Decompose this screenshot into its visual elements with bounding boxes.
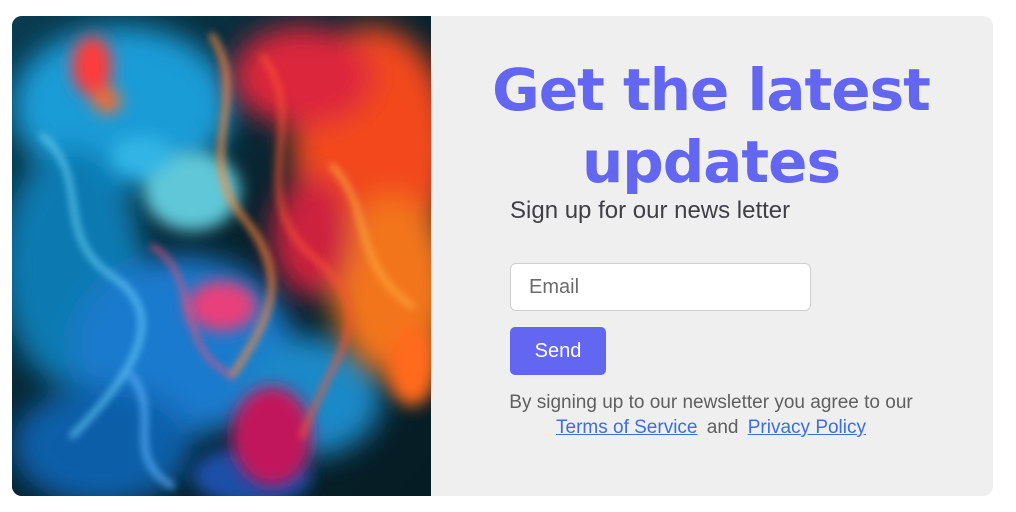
email-input[interactable] bbox=[510, 263, 811, 311]
ink-illustration bbox=[12, 16, 431, 496]
subtitle: Sign up for our news letter bbox=[510, 197, 791, 224]
terms-of-service-link[interactable]: Terms of Service bbox=[556, 417, 697, 438]
send-button[interactable]: Send bbox=[510, 327, 606, 375]
legal-and: and bbox=[706, 417, 739, 438]
abstract-ink-image bbox=[12, 16, 431, 496]
legal-prefix: By signing up to our newsletter you agre… bbox=[509, 392, 913, 413]
privacy-policy-link[interactable]: Privacy Policy bbox=[748, 417, 866, 438]
page-title: Get the latest updates bbox=[492, 56, 931, 196]
newsletter-card: Get the latest updates Sign up for our n… bbox=[12, 16, 993, 496]
signup-panel: Get the latest updates Sign up for our n… bbox=[431, 16, 993, 496]
legal-text: By signing up to our newsletter you agre… bbox=[501, 390, 921, 440]
